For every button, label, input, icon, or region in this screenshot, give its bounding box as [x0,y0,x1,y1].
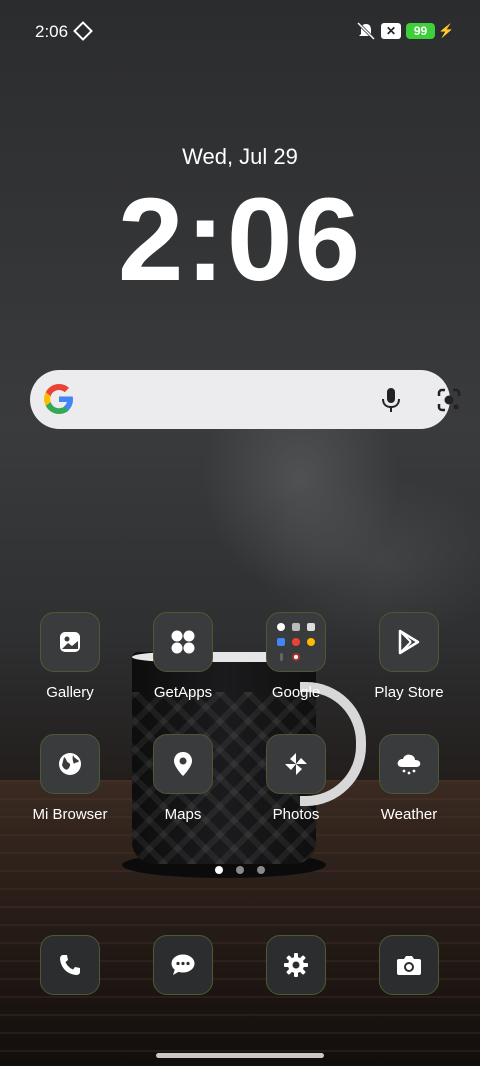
app-label: Play Store [374,684,444,701]
app-label: Maps [164,806,202,823]
sync-icon [73,21,93,41]
app-play-store[interactable]: Play Store [359,612,459,701]
getapps-icon [153,612,213,672]
page-indicator [210,866,270,876]
weather-icon [379,734,439,794]
google-folder-icon [266,612,326,672]
google-search-bar[interactable] [30,370,461,429]
page-dot [257,866,265,874]
app-label: Gallery [46,684,94,701]
settings-gear-icon [266,935,326,995]
app-weather[interactable]: Weather [359,734,459,823]
app-mi-browser[interactable]: Mi Browser [20,734,120,823]
globe-icon [40,734,100,794]
play-store-icon [379,612,439,672]
app-label: GetApps [153,684,213,701]
phone-icon [40,935,100,995]
app-google-folder[interactable]: Google [246,612,346,701]
pinwheel-icon [266,734,326,794]
charging-bolt-icon: ⚡ [438,23,455,38]
gallery-icon [40,612,100,672]
dock-messages[interactable] [133,935,233,995]
mute-vibrate-icon [356,22,376,40]
status-time: 2:06 [35,22,69,41]
dock-settings[interactable] [246,935,346,995]
map-pin-icon [153,734,213,794]
app-getapps[interactable]: GetApps [133,612,233,701]
google-lens-icon[interactable] [436,387,462,413]
app-gallery[interactable]: Gallery [20,612,120,701]
dock-camera[interactable] [359,935,459,995]
app-maps[interactable]: Maps [133,734,233,823]
date-text[interactable]: Wed, Jul 29 [0,144,480,170]
camera-icon [379,935,439,995]
dock-phone[interactable] [20,935,120,995]
app-label: Photos [272,806,320,823]
messages-icon [153,935,213,995]
status-bar: 2:06 ✕ 99 ⚡ [0,0,480,60]
app-photos[interactable]: Photos [246,734,346,823]
page-dot [236,866,244,874]
app-label: Weather [380,806,438,823]
home-gesture-bar[interactable] [156,1053,324,1058]
mic-icon[interactable] [379,386,403,414]
app-label: Google [271,684,321,701]
app-label: Mi Browser [32,806,108,823]
x-notification-icon: ✕ [381,23,401,39]
clock-time[interactable]: 2:06 [0,172,480,308]
battery-indicator: 99 [406,23,435,39]
google-logo-icon [44,384,73,414]
page-dot-active [215,866,223,874]
